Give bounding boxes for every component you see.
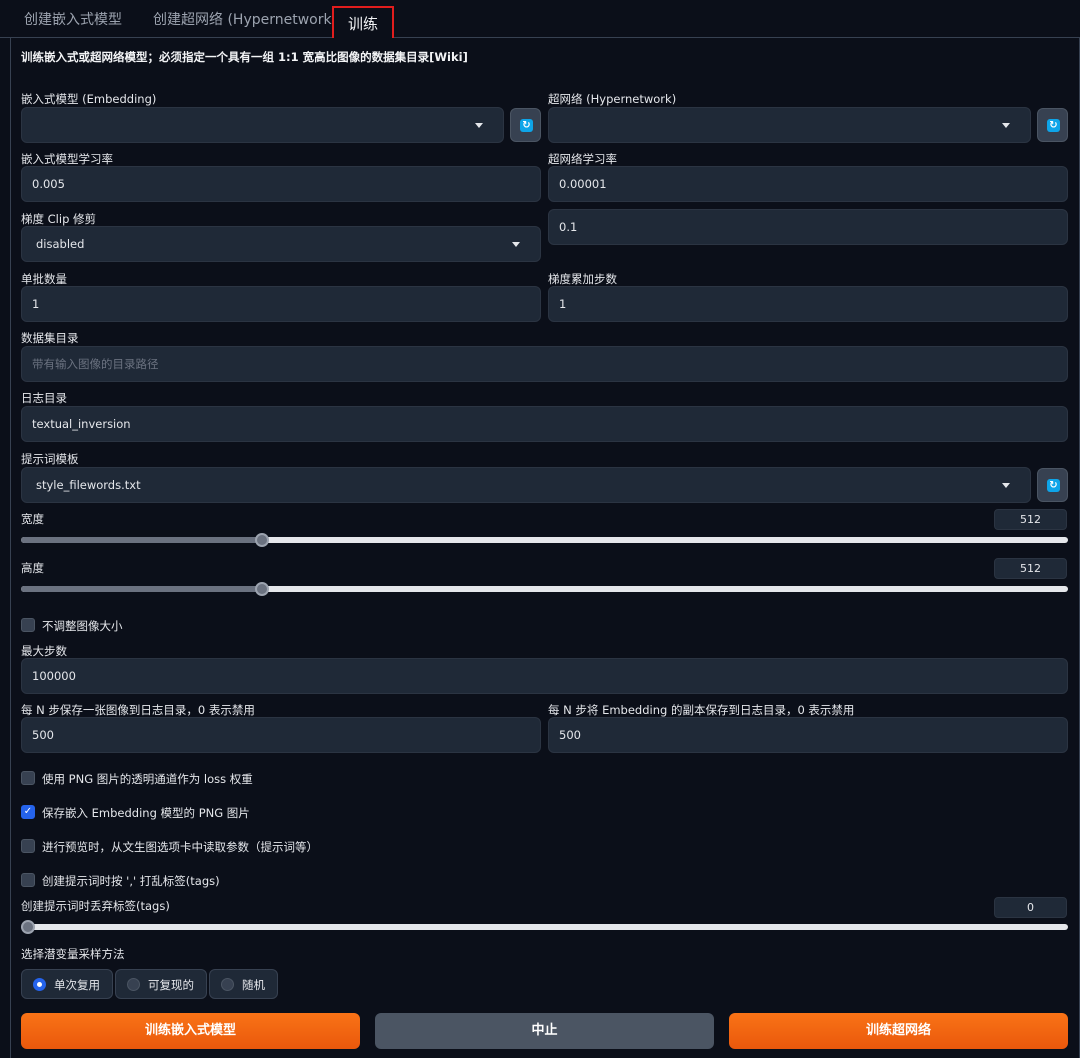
save-embedding-every-label: 每 N 步将 Embedding 的副本保存到日志目录，0 表示禁用: [548, 703, 855, 717]
radio-dot: [127, 978, 140, 991]
refresh-icon: ↻: [520, 119, 533, 132]
prompt-template-select-value: style_filewords.txt: [36, 478, 141, 492]
embedding-refresh-button[interactable]: ↻: [510, 108, 541, 142]
train-embedding-button[interactable]: 训练嵌入式模型: [21, 1013, 360, 1049]
tag-dropout-slider-thumb[interactable]: [21, 920, 35, 934]
batch-size-label: 单批数量: [21, 272, 67, 286]
width-slider[interactable]: [21, 533, 1068, 547]
radio-once[interactable]: 单次复用: [21, 969, 113, 999]
embedding-label: 嵌入式模型 (Embedding): [21, 92, 157, 106]
embedding-select[interactable]: [21, 107, 504, 143]
radio-dot: [33, 978, 46, 991]
chevron-down-icon: [1002, 483, 1010, 488]
grad-accum-label: 梯度累加步数: [548, 272, 617, 286]
use-alpha-loss-checkbox[interactable]: [21, 771, 35, 785]
latent-sampling-label: 选择潜变量采样方法: [21, 947, 125, 961]
no-resize-checkbox[interactable]: [21, 618, 35, 632]
radio-deterministic[interactable]: 可复现的: [115, 969, 207, 999]
dataset-dir-input[interactable]: 带有输入图像的目录路径: [21, 346, 1068, 382]
width-label: 宽度: [21, 512, 44, 526]
gradient-clip-label: 梯度 Clip 修剪: [21, 212, 97, 226]
chevron-down-icon: [512, 242, 520, 247]
prompt-template-label: 提示词模板: [21, 452, 79, 466]
no-resize-label: 不调整图像大小: [42, 619, 123, 633]
shuffle-tags-label: 创建提示词时按 ',' 打乱标签(tags): [42, 874, 220, 888]
log-dir-label: 日志目录: [21, 391, 67, 405]
embedding-lr-label: 嵌入式模型学习率: [21, 152, 113, 166]
chevron-down-icon: [1002, 123, 1010, 128]
tag-dropout-slider[interactable]: [21, 920, 1068, 934]
clip-value-input[interactable]: 0.1: [548, 209, 1068, 245]
radio-dot: [221, 978, 234, 991]
train-hypernetwork-button[interactable]: 训练超网络: [729, 1013, 1068, 1049]
batch-size-input[interactable]: 1: [21, 286, 541, 322]
tab-train[interactable]: 训练: [332, 6, 394, 40]
max-steps-input[interactable]: 100000: [21, 658, 1068, 694]
save-image-every-label: 每 N 步保存一张图像到日志目录，0 表示禁用: [21, 703, 255, 717]
hypernetwork-select[interactable]: [548, 107, 1031, 143]
tab-create-embedding[interactable]: 创建嵌入式模型: [24, 0, 122, 38]
width-number-input[interactable]: 512: [994, 509, 1067, 530]
hypernetwork-refresh-button[interactable]: ↻: [1037, 108, 1068, 142]
gradient-clip-select[interactable]: disabled: [21, 226, 541, 262]
save-embedding-every-input[interactable]: 500: [548, 717, 1068, 753]
tag-dropout-label: 创建提示词时丢弃标签(tags): [21, 899, 170, 913]
prompt-template-select[interactable]: style_filewords.txt: [21, 467, 1031, 503]
hypernetwork-lr-input[interactable]: 0.00001: [548, 166, 1068, 202]
height-slider-thumb[interactable]: [255, 582, 269, 596]
height-slider-fill: [21, 586, 262, 592]
radio-random-label: 随机: [242, 978, 265, 992]
width-slider-fill: [21, 537, 262, 543]
shuffle-tags-checkbox[interactable]: [21, 873, 35, 887]
width-slider-thumb[interactable]: [255, 533, 269, 547]
read-txt2img-params-label: 进行预览时，从文生图选项卡中读取参数（提示词等）: [42, 840, 318, 854]
read-txt2img-params-checkbox[interactable]: [21, 839, 35, 853]
log-dir-input[interactable]: textual_inversion: [21, 406, 1068, 442]
tag-dropout-number-input[interactable]: 0: [994, 897, 1067, 918]
tab-bar: 创建嵌入式模型 创建超网络 (Hypernetwork) 训练: [0, 0, 1080, 40]
radio-once-label: 单次复用: [54, 978, 100, 992]
train-description: 训练嵌入式或超网络模型；必须指定一个具有一组 1:1 宽高比图像的数据集目录[W…: [21, 50, 468, 64]
hypernetwork-lr-label: 超网络学习率: [548, 152, 617, 166]
embedding-lr-input[interactable]: 0.005: [21, 166, 541, 202]
interrupt-button[interactable]: 中止: [375, 1013, 714, 1049]
save-image-every-input[interactable]: 500: [21, 717, 541, 753]
grad-accum-input[interactable]: 1: [548, 286, 1068, 322]
gradient-clip-select-value: disabled: [36, 237, 85, 251]
chevron-down-icon: [475, 123, 483, 128]
refresh-icon: ↻: [1047, 119, 1060, 132]
height-slider[interactable]: [21, 582, 1068, 596]
use-alpha-loss-label: 使用 PNG 图片的透明通道作为 loss 权重: [42, 772, 253, 786]
refresh-icon: ↻: [1047, 479, 1060, 492]
save-embedding-png-label: 保存嵌入 Embedding 模型的 PNG 图片: [42, 806, 250, 820]
save-embedding-png-checkbox[interactable]: ✓: [21, 805, 35, 819]
height-label: 高度: [21, 561, 44, 575]
max-steps-label: 最大步数: [21, 644, 67, 658]
prompt-template-refresh-button[interactable]: ↻: [1037, 468, 1068, 502]
check-icon: ✓: [23, 806, 33, 817]
dataset-dir-label: 数据集目录: [21, 331, 79, 345]
height-number-input[interactable]: 512: [994, 558, 1067, 579]
radio-deterministic-label: 可复现的: [148, 978, 194, 992]
hypernetwork-label: 超网络 (Hypernetwork): [548, 92, 677, 106]
radio-random[interactable]: 随机: [209, 969, 278, 999]
tab-create-hypernetwork[interactable]: 创建超网络 (Hypernetwork): [153, 0, 337, 38]
